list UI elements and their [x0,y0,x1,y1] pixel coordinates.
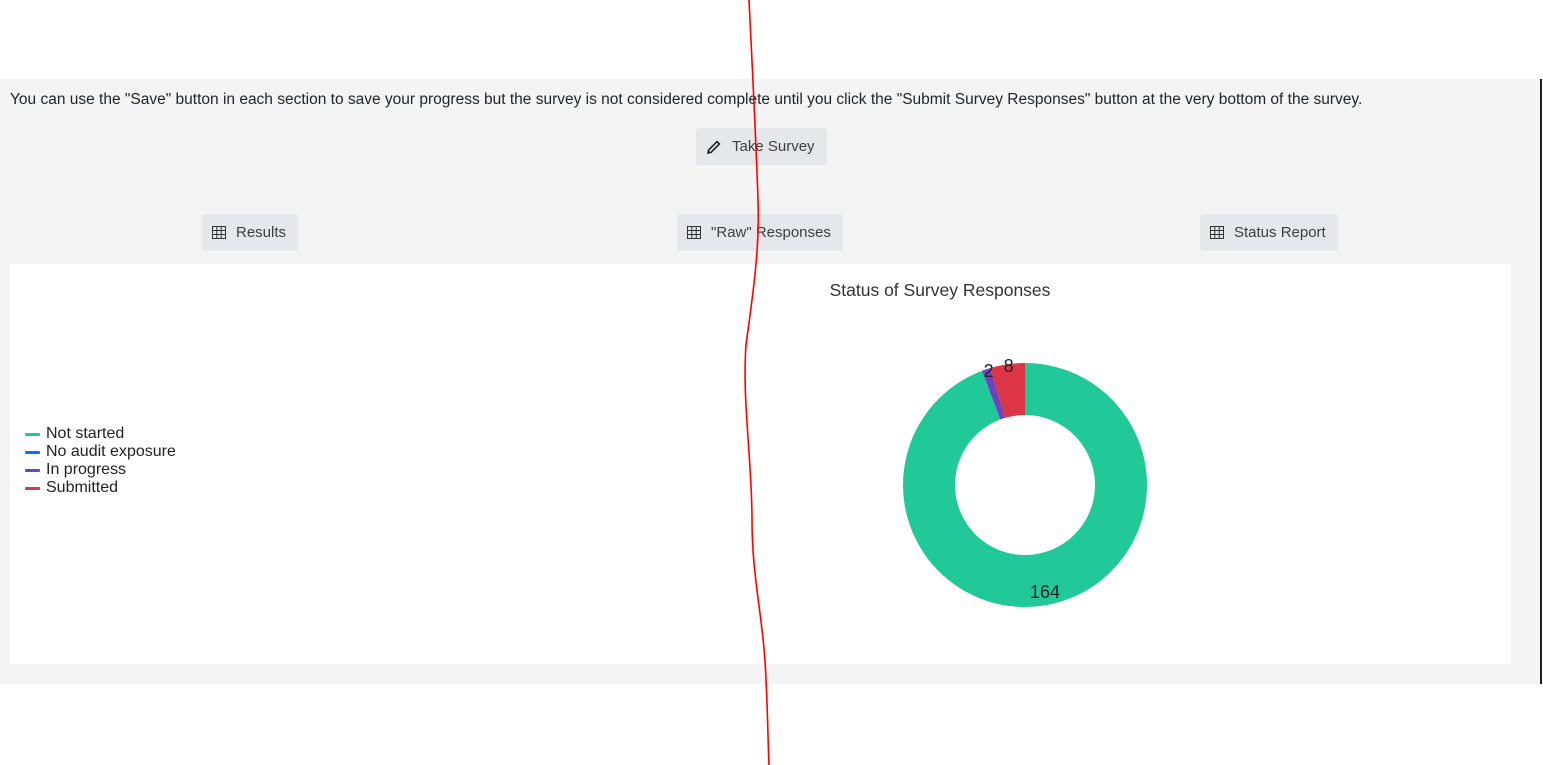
data-label: 8 [1004,356,1014,376]
data-label: 2 [984,361,994,381]
data-label: 164 [1030,582,1060,602]
donut-chart: 82 164 [902,356,1147,607]
